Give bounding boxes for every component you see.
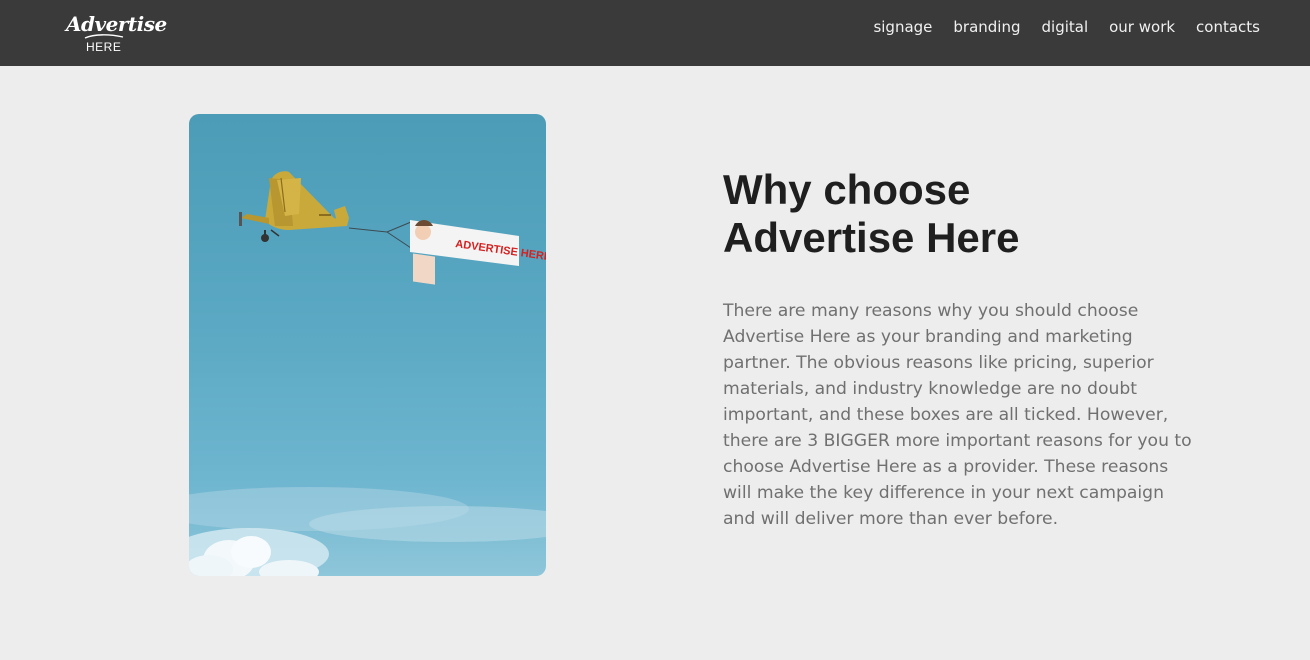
main-nav: signage branding digital our work contac…: [852, 0, 1260, 54]
site-logo[interactable]: Advertise HERE: [64, 10, 167, 56]
hero-image: ADVERTISE HERE: [189, 114, 546, 576]
tow-rope: [348, 221, 412, 249]
nav-link-our-work[interactable]: our work: [1109, 18, 1175, 36]
plane-banner-illustration: ADVERTISE HERE: [189, 171, 546, 576]
airplane-icon: [239, 171, 349, 242]
logo-sub-text: HERE: [86, 40, 122, 54]
section-heading: Why choose Advertise Here: [723, 166, 1020, 261]
advertise-banner: ADVERTISE HERE: [410, 220, 546, 285]
section-body: There are many reasons why you should ch…: [723, 301, 1192, 529]
nav-link-branding[interactable]: branding: [953, 18, 1020, 36]
clouds: [189, 487, 546, 576]
nav-link-signage[interactable]: signage: [873, 18, 932, 36]
navbar: Advertise HERE signage branding digital …: [0, 0, 1310, 66]
why-choose-section: Why choose Advertise Here There are many…: [723, 166, 1203, 532]
nav-link-digital[interactable]: digital: [1042, 18, 1089, 36]
nav-link-contacts[interactable]: contacts: [1196, 18, 1260, 36]
